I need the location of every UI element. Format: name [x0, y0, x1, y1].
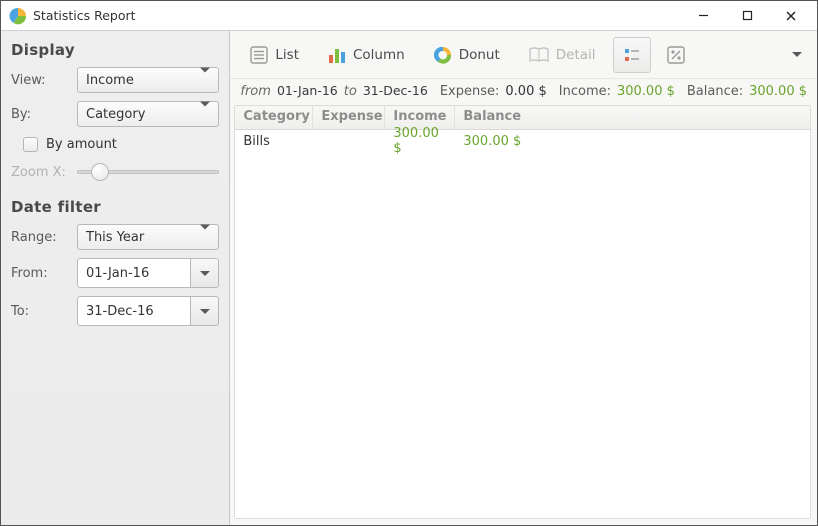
by-value: Category	[86, 107, 145, 122]
summary-income-label: Income:	[559, 84, 611, 99]
donut-chart-icon	[433, 45, 453, 65]
summary-from-date: 01-Jan-16	[277, 83, 338, 98]
range-row: Range: This Year	[11, 224, 219, 250]
column-button[interactable]: Column	[316, 37, 416, 73]
to-date-combo[interactable]: 31-Dec-16	[77, 296, 219, 326]
summary-bar: from 01-Jan-16 to 31-Dec-16 Expense: 0.0…	[230, 79, 817, 105]
chevron-down-icon	[200, 73, 210, 88]
summary-to-date: 31-Dec-16	[363, 83, 428, 98]
zoom-slider[interactable]	[77, 162, 219, 182]
close-button[interactable]	[769, 2, 813, 30]
sidebar: Display View: Income By: Category By amo…	[1, 31, 230, 525]
main: List Column	[230, 31, 817, 525]
zoom-row: Zoom X:	[11, 162, 219, 182]
chevron-down-icon	[792, 52, 802, 57]
view-value: Income	[86, 73, 134, 88]
legend-icon	[622, 45, 642, 65]
to-date-button[interactable]	[191, 296, 219, 326]
to-row: To: 31-Dec-16	[11, 296, 219, 326]
column-chart-icon	[327, 45, 347, 65]
rate-toggle-button[interactable]	[657, 37, 695, 73]
summary-balance-value: 300.00 $	[749, 84, 807, 99]
summary-income-value: 300.00 $	[617, 84, 675, 99]
to-date-value[interactable]: 31-Dec-16	[77, 296, 191, 326]
content: Display View: Income By: Category By amo…	[1, 31, 817, 525]
th-expense[interactable]: Expense	[313, 106, 385, 129]
book-icon	[528, 45, 550, 65]
donut-button[interactable]: Donut	[422, 37, 511, 73]
th-balance[interactable]: Balance	[455, 106, 810, 129]
list-label: List	[275, 47, 299, 63]
summary-to-word: to	[344, 84, 357, 99]
percent-icon	[666, 45, 686, 65]
window-title: Statistics Report	[33, 8, 681, 23]
view-label: View:	[11, 73, 77, 88]
by-label: By:	[11, 107, 77, 122]
to-label: To:	[11, 304, 77, 319]
table-row[interactable]: Bills 300.00 $ 300.00 $	[235, 130, 810, 152]
summary-from-word: from	[240, 84, 271, 99]
by-row: By: Category	[11, 101, 219, 127]
table: Category Expense Income Balance Bills 30…	[234, 105, 811, 519]
list-button[interactable]: List	[238, 37, 310, 73]
cell-category: Bills	[235, 132, 313, 151]
cell-expense	[313, 139, 385, 143]
datefilter-section-title: Date filter	[11, 198, 219, 216]
toolbar: List Column	[230, 31, 817, 79]
zoom-label: Zoom X:	[11, 165, 77, 180]
by-amount-checkbox[interactable]	[23, 137, 38, 152]
from-date-combo[interactable]: 01-Jan-16	[77, 258, 219, 288]
from-row: From: 01-Jan-16	[11, 258, 219, 288]
by-amount-row[interactable]: By amount	[23, 137, 219, 152]
slider-thumb[interactable]	[91, 163, 109, 181]
cell-income: 300.00 $	[385, 124, 455, 158]
view-dropdown[interactable]: Income	[77, 67, 219, 93]
by-dropdown[interactable]: Category	[77, 101, 219, 127]
by-amount-label: By amount	[46, 137, 117, 152]
app-icon	[9, 7, 27, 25]
th-category[interactable]: Category	[235, 106, 313, 129]
range-value: This Year	[86, 230, 144, 245]
cell-balance: 300.00 $	[455, 132, 810, 151]
detail-label: Detail	[556, 47, 596, 63]
chevron-down-icon	[200, 107, 210, 122]
legend-toggle-button[interactable]	[613, 37, 651, 73]
from-date-button[interactable]	[191, 258, 219, 288]
donut-label: Donut	[459, 47, 500, 63]
toolbar-overflow-button[interactable]	[785, 37, 809, 73]
chevron-down-icon	[200, 230, 210, 245]
chevron-down-icon	[200, 309, 210, 314]
view-row: View: Income	[11, 67, 219, 93]
maximize-button[interactable]	[725, 2, 769, 30]
from-label: From:	[11, 266, 77, 281]
summary-expense-label: Expense:	[440, 84, 500, 99]
summary-expense-value: 0.00 $	[505, 84, 546, 99]
summary-balance-label: Balance:	[687, 84, 743, 99]
chevron-down-icon	[200, 271, 210, 276]
display-section-title: Display	[11, 41, 219, 59]
detail-button[interactable]: Detail	[517, 37, 607, 73]
from-date-value[interactable]: 01-Jan-16	[77, 258, 191, 288]
titlebar: Statistics Report	[1, 1, 817, 31]
list-icon	[249, 45, 269, 65]
column-label: Column	[353, 47, 405, 63]
minimize-button[interactable]	[681, 2, 725, 30]
range-dropdown[interactable]: This Year	[77, 224, 219, 250]
range-label: Range:	[11, 230, 77, 245]
table-header-row: Category Expense Income Balance	[235, 106, 810, 130]
